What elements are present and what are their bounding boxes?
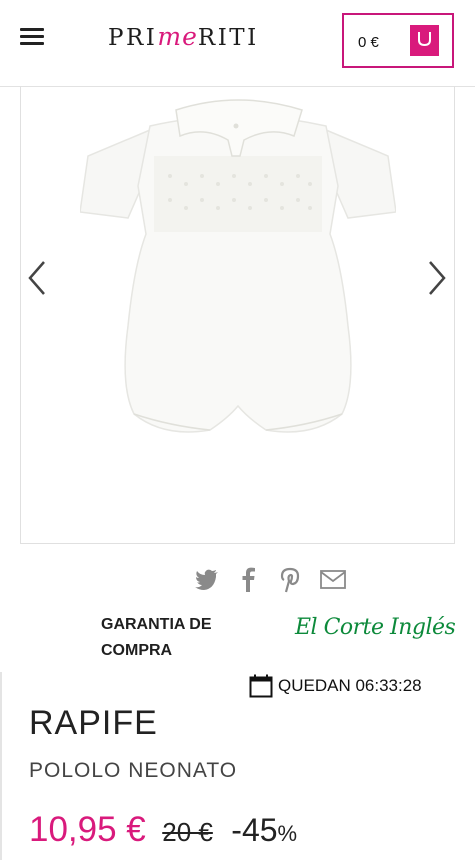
- shopping-bag-icon: [410, 25, 439, 56]
- top-header: PRImeRITI 0 €: [0, 0, 475, 87]
- product-name: POLOLO NEONATO: [29, 759, 238, 782]
- menu-icon[interactable]: [20, 28, 44, 46]
- el-corte-ingles-logo: El Corte Inglés: [295, 615, 456, 640]
- logo-suffix: RITI: [197, 25, 259, 51]
- original-price: 20 €: [162, 817, 213, 847]
- baby-romper-image: [80, 99, 396, 433]
- product-brand: RAPIFE: [29, 704, 158, 742]
- discount-percent-sign: %: [277, 821, 298, 846]
- brand-logo[interactable]: PRImeRITI: [108, 22, 259, 51]
- twitter-icon[interactable]: [194, 565, 220, 593]
- chevron-left-icon[interactable]: [24, 258, 48, 298]
- purchase-guarantee: GARANTIA DE COMPRA: [101, 612, 241, 664]
- guarantee-line-2: COMPRA: [101, 642, 173, 659]
- pinterest-icon[interactable]: [278, 565, 302, 593]
- logo-prefix: PRI: [108, 25, 158, 51]
- logo-middle: me: [157, 22, 198, 51]
- facebook-icon[interactable]: [238, 565, 258, 593]
- discount-badge: -45%: [231, 812, 297, 848]
- price-row: 10,95 € 20 € -45%: [29, 810, 297, 854]
- cart-amount: 0 €: [358, 34, 379, 51]
- divider: [0, 672, 2, 860]
- discount-value: -45: [231, 812, 278, 848]
- current-price: 10,95 €: [29, 810, 146, 849]
- chevron-right-icon[interactable]: [426, 258, 450, 298]
- cart-button[interactable]: 0 €: [342, 13, 454, 68]
- countdown-label: QUEDAN 06:33:28: [278, 676, 422, 695]
- calendar-icon: [249, 674, 273, 698]
- guarantee-line-1: GARANTIA DE: [101, 616, 212, 633]
- email-icon[interactable]: [319, 565, 347, 593]
